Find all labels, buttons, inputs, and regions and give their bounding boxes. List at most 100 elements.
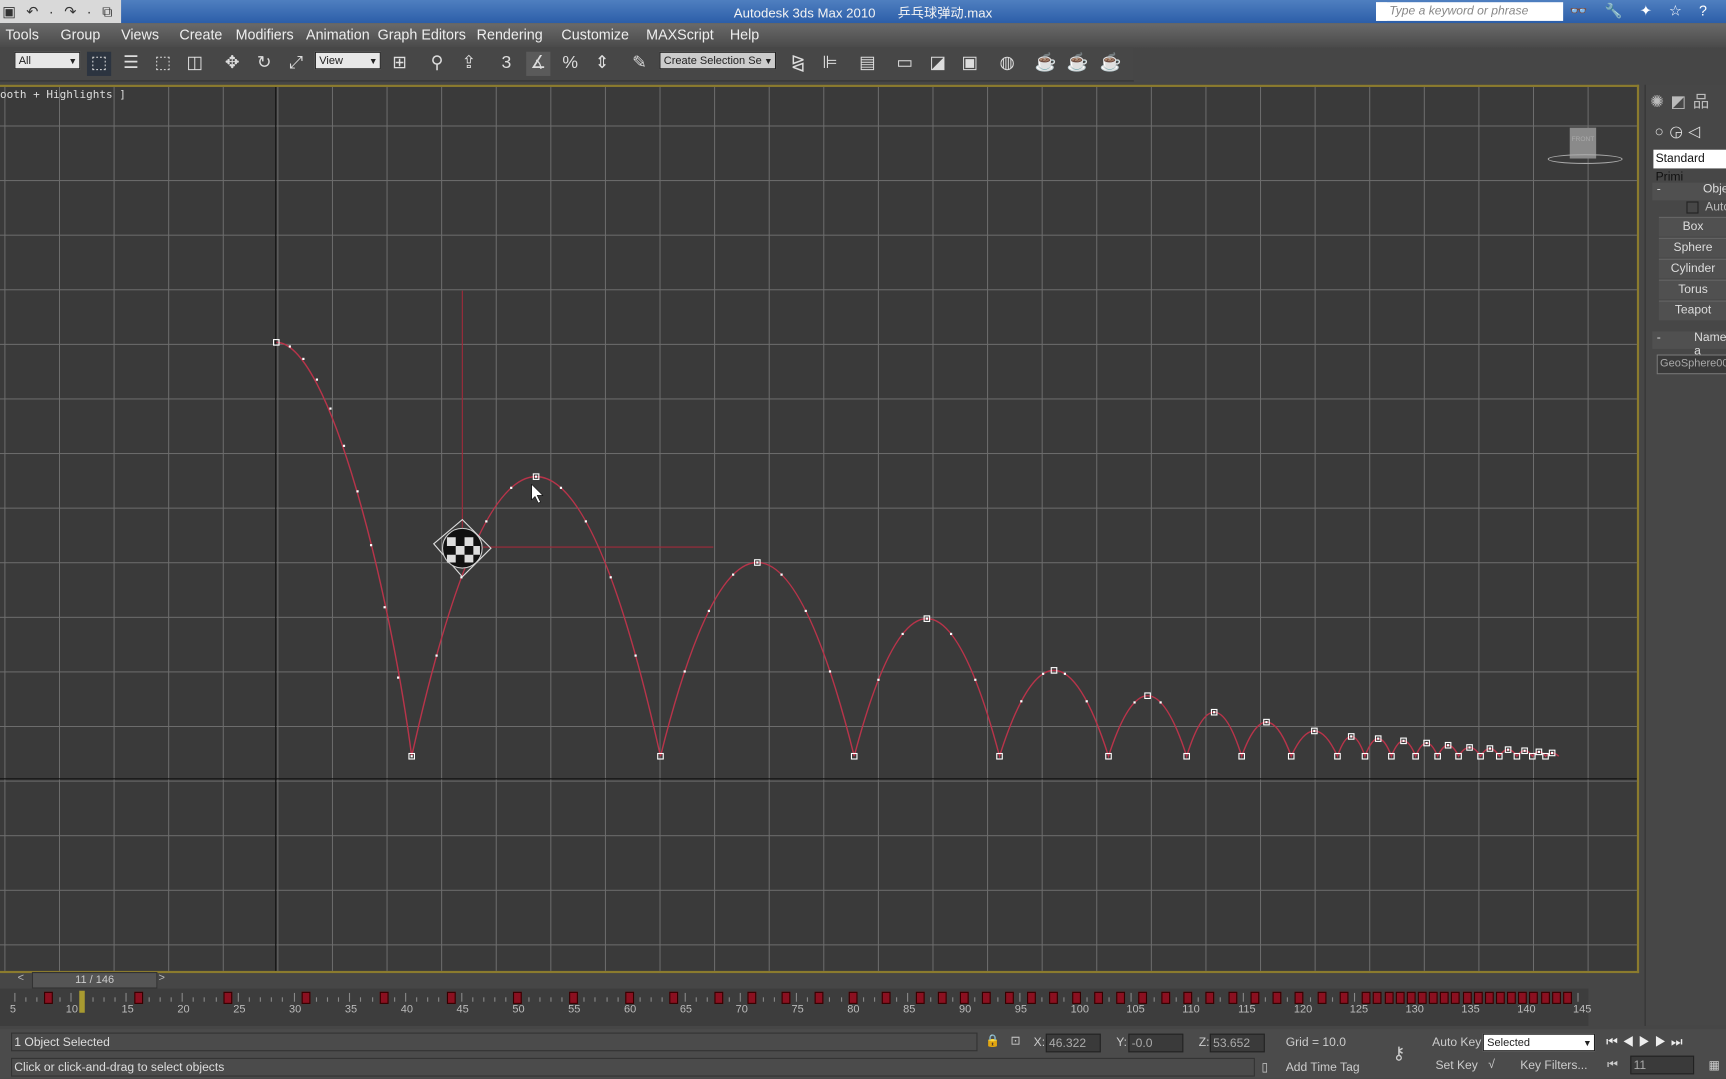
current-frame-indicator[interactable] (79, 990, 85, 1013)
render-setup-icon[interactable]: ☕ (1034, 52, 1058, 76)
keyframe-marker[interactable] (937, 991, 947, 1004)
keyframe-marker[interactable] (1094, 991, 1103, 1004)
keyframe-marker[interactable] (960, 991, 969, 1004)
keyframe-marker[interactable] (1518, 991, 1528, 1004)
menu-graph-editors[interactable]: Graph Editors (378, 26, 466, 43)
object-type-rollout[interactable]: - Obje (1652, 182, 1726, 201)
z-coordinate-field[interactable]: 53.652 (1209, 1033, 1265, 1053)
rectangular-selection-icon[interactable]: ⬚ (151, 52, 175, 76)
menu-rendering[interactable]: Rendering (477, 26, 543, 43)
keyframe-marker[interactable] (44, 991, 54, 1004)
manipulate-icon[interactable]: ⚲ (425, 52, 449, 76)
keyframe-marker[interactable] (1071, 991, 1081, 1004)
create-category-icons[interactable]: ○◶◁ (1655, 122, 1706, 141)
select-by-name-icon[interactable]: ☰ (119, 52, 143, 76)
default-tangents-icon[interactable]: √ (1488, 1058, 1495, 1071)
set-keys-key-icon[interactable]: ⚷ (1393, 1042, 1406, 1064)
slider-next-icon[interactable]: > (159, 972, 165, 984)
curve-editor-icon[interactable]: ◪ (926, 52, 950, 76)
help-search-input[interactable]: Type a keyword or phrase (1376, 2, 1564, 21)
keyframe-marker[interactable] (1495, 991, 1505, 1004)
keyframe-marker[interactable] (1395, 991, 1405, 1004)
keyframe-marker[interactable] (1484, 991, 1494, 1004)
keyframe-marker[interactable] (1228, 991, 1237, 1004)
keyframe-marker[interactable] (1339, 991, 1349, 1004)
keyframe-marker[interactable] (1551, 991, 1561, 1004)
playback-controls-icons[interactable]: ⏮◀▶▶⏭ (1606, 1034, 1687, 1051)
teapot-button[interactable]: Teapot (1658, 300, 1726, 321)
torus-button[interactable]: Torus (1658, 279, 1726, 300)
front-viewport[interactable]: ooth + Highlights ] FRONT (0, 84, 1640, 974)
name-color-rollout[interactable]: - Name a (1652, 331, 1726, 358)
key-filters-button[interactable]: Key Filters... (1520, 1059, 1587, 1072)
sphere-button[interactable]: Sphere (1658, 237, 1726, 258)
keyframe-marker[interactable] (1004, 991, 1014, 1004)
keyframe-marker[interactable] (1384, 991, 1394, 1004)
render-production-icon[interactable]: ☕ (1099, 52, 1123, 76)
keyframe-marker[interactable] (915, 991, 925, 1004)
time-slider[interactable]: < 11 / 146 > (13, 972, 172, 989)
keyframe-marker[interactable] (1250, 991, 1260, 1004)
keyframe-marker[interactable] (1161, 991, 1170, 1004)
slider-prev-icon[interactable]: < (18, 972, 24, 984)
keyframe-marker[interactable] (1317, 991, 1327, 1004)
primitive-type-dropdown[interactable]: Standard Primi (1653, 149, 1726, 184)
infocenter-icons[interactable]: 👓 🔧 ✦ ☆ ? (1570, 2, 1714, 20)
keyframe-marker[interactable] (1428, 991, 1438, 1004)
keyframe-marker[interactable] (1462, 991, 1472, 1004)
track-bar[interactable]: 5 10 15 20 25 30 35 40 45 50 55 60 65 70 75 80 85 90 95 100… (0, 988, 1591, 1026)
selection-filter-dropdown[interactable]: All (14, 51, 81, 70)
keyframe-marker[interactable] (1183, 991, 1193, 1004)
auto-key-button[interactable]: Auto Key (1432, 1036, 1481, 1049)
keyframe-marker[interactable] (569, 991, 579, 1004)
keyframe-marker[interactable] (1295, 991, 1304, 1004)
menu-modifiers[interactable]: Modifiers (236, 26, 294, 43)
rotate-icon[interactable]: ↻ (252, 52, 276, 76)
material-editor-icon[interactable]: ◍ (995, 52, 1019, 76)
keyframe-marker[interactable] (223, 991, 232, 1004)
key-mode-dropdown[interactable]: Selected (1482, 1033, 1596, 1052)
pivot-center-icon[interactable]: ⊞ (387, 52, 411, 76)
object-name-field[interactable]: GeoSphere00 (1656, 354, 1726, 375)
keyframe-marker[interactable] (1361, 991, 1371, 1004)
keyframe-marker[interactable] (1272, 991, 1282, 1004)
keyframe-marker[interactable] (133, 991, 143, 1004)
snaps-toggle-icon[interactable]: 3 (494, 52, 518, 76)
y-coordinate-field[interactable]: -0.0 (1128, 1033, 1184, 1053)
menu-group[interactable]: Group (61, 26, 101, 43)
keyframe-marker[interactable] (1373, 991, 1382, 1004)
scale-icon[interactable]: ⤢ (284, 52, 308, 76)
percent-snap-icon[interactable]: % (558, 52, 582, 76)
menu-animation[interactable]: Animation (306, 26, 370, 43)
angle-snap-icon[interactable]: ∡ (526, 51, 551, 76)
set-key-button[interactable]: Set Key (1435, 1059, 1477, 1072)
keyframe-marker[interactable] (1138, 991, 1148, 1004)
box-button[interactable]: Box (1658, 216, 1726, 237)
keyframe-marker[interactable] (1116, 991, 1126, 1004)
named-selection-dropdown[interactable]: Create Selection Se (659, 51, 777, 70)
rendered-frame-window-icon[interactable]: ☕ (1066, 52, 1090, 76)
keyframe-marker[interactable] (379, 991, 389, 1004)
keyframe-marker[interactable] (848, 991, 858, 1004)
keyframe-marker[interactable] (1529, 991, 1539, 1004)
keyframe-marker[interactable] (1417, 991, 1427, 1004)
schematic-view-icon[interactable]: ▣ (958, 52, 982, 76)
time-configuration-icon[interactable]: ▦ (1708, 1058, 1719, 1072)
keyframe-marker[interactable] (714, 991, 724, 1004)
time-slider-thumb[interactable]: 11 / 146 (31, 972, 158, 989)
add-time-tag-button[interactable]: Add Time Tag (1286, 1061, 1360, 1074)
keyframe-marker[interactable] (446, 991, 456, 1004)
menu-tools[interactable]: Tools (6, 26, 39, 43)
keyframe-marker[interactable] (1562, 991, 1572, 1004)
edit-named-selection-icon[interactable]: ✎ (627, 52, 651, 76)
mirror-icon[interactable]: ⧎ (786, 52, 810, 76)
autogrid-checkbox[interactable] (1686, 201, 1699, 214)
keyframe-marker[interactable] (669, 991, 679, 1004)
reference-coordinate-dropdown[interactable]: View (314, 51, 381, 70)
menu-views[interactable]: Views (121, 26, 159, 43)
window-crossing-icon[interactable]: ◫ (183, 52, 207, 76)
keyframe-marker[interactable] (814, 991, 824, 1004)
keyframe-marker[interactable] (1451, 991, 1461, 1004)
move-icon[interactable]: ✥ (220, 52, 244, 76)
keyframe-marker[interactable] (1406, 991, 1416, 1004)
